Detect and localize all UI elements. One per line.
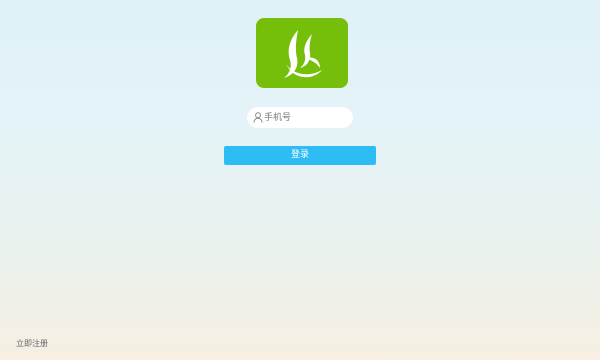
flame-logo-icon [284, 30, 322, 78]
phone-field[interactable] [247, 107, 353, 128]
register-link[interactable]: 立即注册 [16, 338, 48, 350]
app-logo [256, 18, 348, 88]
phone-input[interactable] [264, 107, 348, 128]
login-button[interactable]: 登录 [224, 146, 376, 165]
user-icon [253, 112, 263, 123]
